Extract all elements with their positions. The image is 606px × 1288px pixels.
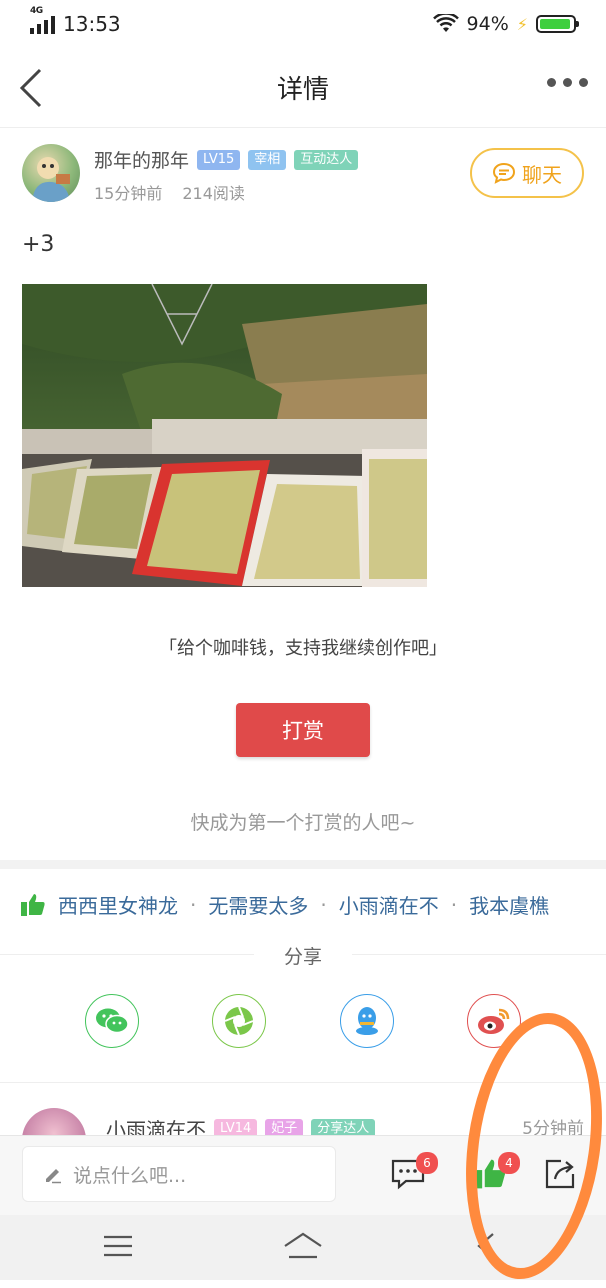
page-title: 详情 [276, 75, 329, 105]
chat-label: 聊天 [522, 162, 562, 187]
system-nav-bar [0, 1215, 606, 1280]
share-targets [85, 994, 521, 1048]
status-bar: 4G 13:53 94% ⚡ [0, 0, 606, 48]
post-text: +3 [22, 232, 55, 257]
like-user[interactable]: 我本虞樵 [469, 890, 549, 919]
like-user[interactable]: 小雨滴在不 [339, 890, 439, 919]
chat-button[interactable]: 聊天 [470, 148, 584, 198]
qq-icon[interactable] [340, 994, 394, 1048]
comment-input[interactable]: 说点什么吧... [22, 1146, 336, 1202]
network-type: 4G [30, 6, 43, 16]
wechat-icon[interactable] [85, 994, 139, 1048]
share-button[interactable] [536, 1150, 584, 1198]
status-time: 13:53 [63, 12, 121, 36]
read-count: 214阅读 [182, 184, 245, 203]
like-user[interactable]: 无需要太多 [208, 890, 308, 919]
battery-icon [536, 15, 579, 33]
like-button[interactable]: 4 [466, 1150, 520, 1198]
share-icon [545, 1159, 575, 1189]
weibo-icon[interactable] [467, 994, 521, 1048]
level-badge: LV15 [197, 149, 241, 170]
first-reward-text: 快成为第一个打赏的人吧~ [190, 812, 416, 834]
like-separator: · [450, 892, 458, 917]
title-badge: 宰相 [248, 149, 287, 170]
home-icon[interactable] [283, 1229, 323, 1263]
chat-bubble-icon [492, 162, 516, 184]
reward-button[interactable]: 打赏 [236, 703, 370, 757]
menu-icon[interactable] [98, 1229, 138, 1263]
achievement-badge: 互动达人 [294, 149, 359, 170]
share-title: 分享 [253, 946, 352, 968]
comment-count-badge: 6 [416, 1152, 438, 1174]
like-separator: · [190, 892, 197, 917]
pencil-icon [46, 1169, 61, 1184]
like-user[interactable]: 西西里女神龙 [58, 890, 178, 919]
likes-row: 西西里女神龙 · 无需要太多 · 小雨滴在不 · 我本虞樵 [20, 890, 600, 919]
like-count-badge: 4 [498, 1152, 520, 1174]
back-arrow-icon[interactable] [16, 66, 46, 110]
wifi-icon [432, 14, 459, 32]
reward-tip: 「给个咖啡钱，支持我继续创作吧」 [159, 638, 447, 659]
thumbs-up-icon [21, 893, 45, 916]
moments-icon[interactable] [212, 994, 266, 1048]
back-icon[interactable] [466, 1229, 506, 1263]
section-divider [0, 860, 606, 869]
post-time: 15分钟前 [94, 184, 163, 203]
share-title-wrap: 分享 [0, 942, 606, 969]
signal-icon: 4G [30, 6, 55, 34]
comments-divider [0, 1082, 606, 1083]
like-separator: · [320, 892, 327, 917]
comment-placeholder: 说点什么吧... [73, 1164, 187, 1187]
author-name[interactable]: 那年的那年 [94, 146, 189, 173]
charging-icon: ⚡ [516, 14, 528, 34]
bottom-action-bar: 说点什么吧... 6 4 [0, 1135, 606, 1215]
more-icon[interactable] [547, 78, 588, 87]
author-avatar[interactable] [22, 144, 80, 202]
battery-percent: 94% [466, 13, 509, 35]
comments-button[interactable]: 6 [384, 1150, 438, 1198]
post-photo[interactable] [22, 284, 427, 587]
author-header: 那年的那年 LV15 宰相 互动达人 15分钟前 214阅读 聊天 [22, 142, 584, 206]
nav-bar: 详情 [0, 48, 606, 128]
